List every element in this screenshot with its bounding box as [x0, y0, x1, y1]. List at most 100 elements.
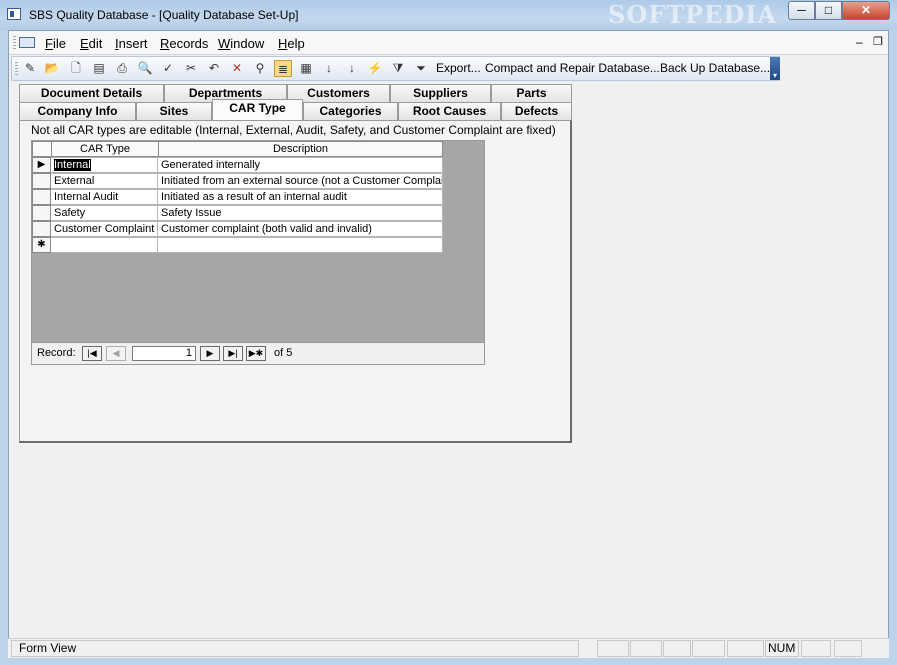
sort-ascending-icon[interactable]: ↓: [320, 60, 338, 77]
table-row[interactable]: ▶ Internal Generated internally: [32, 157, 443, 173]
undo-icon[interactable]: ↶: [205, 60, 223, 77]
apply-filter-icon[interactable]: ⏷: [412, 60, 430, 77]
table-row[interactable]: External Initiated from an external sour…: [32, 173, 443, 189]
new-record-icon[interactable]: ✱: [32, 237, 51, 253]
column-header-description[interactable]: Description: [158, 141, 443, 157]
sort-descending-icon[interactable]: ↓: [343, 60, 361, 77]
setup-form: Document Details Departments Customers S…: [19, 84, 572, 443]
application-window: SBS Quality Database - [Quality Database…: [0, 0, 897, 665]
tab-sites[interactable]: Sites: [136, 102, 212, 120]
car-type-panel: Not all CAR types are editable (Internal…: [19, 120, 572, 443]
status-bar: Form View NUM: [8, 638, 889, 658]
status-view-mode: Form View: [19, 641, 77, 655]
status-pane: [692, 640, 725, 657]
car-type-cell[interactable]: Safety: [51, 205, 158, 221]
record-selector[interactable]: [32, 173, 51, 189]
maximize-button[interactable]: □: [815, 1, 842, 20]
previous-record-button[interactable]: ◀: [106, 346, 126, 361]
menu-records[interactable]: Records: [160, 36, 208, 51]
properties-icon[interactable]: ▤: [90, 60, 108, 77]
description-cell[interactable]: Initiated from an external source (not a…: [158, 173, 443, 189]
database-toolbar: ✎ 📂 🗋 ▤ ⎙ 🔍 ✓ ✂ ↶ ✕ ⚲ ≣ ▦ ↓ ↓ ⚡ ⧩ ⏷ Expo…: [11, 56, 780, 81]
find-icon[interactable]: ⚲: [251, 60, 269, 77]
description-cell[interactable]: Initiated as a result of an internal aud…: [158, 189, 443, 205]
status-pane: [727, 640, 764, 657]
close-button[interactable]: ✕: [842, 1, 890, 20]
description-cell[interactable]: Safety Issue: [158, 205, 443, 221]
form-view-icon[interactable]: ≣: [274, 60, 292, 77]
tab-company-info[interactable]: Company Info: [19, 102, 136, 120]
car-type-cell[interactable]: External: [51, 173, 158, 189]
mdi-minimize-button[interactable]: –: [856, 35, 863, 49]
description-cell[interactable]: Customer complaint (both valid and inval…: [158, 221, 443, 237]
spelling-icon[interactable]: ✓: [159, 60, 177, 77]
compact-repair-button[interactable]: Compact and Repair Database...: [485, 61, 660, 75]
status-pane: [597, 640, 629, 657]
first-record-button[interactable]: |◀: [82, 346, 102, 361]
tab-categories[interactable]: Categories: [303, 102, 398, 120]
car-type-cell[interactable]: Internal: [51, 157, 158, 173]
status-pane: [834, 640, 862, 657]
next-record-button[interactable]: ▶: [200, 346, 220, 361]
new-record-row[interactable]: ✱: [32, 237, 443, 253]
record-selector[interactable]: [32, 189, 51, 205]
record-selector[interactable]: [32, 221, 51, 237]
menu-bar: File Edit Insert Records Window Help – ❐: [9, 31, 888, 55]
table-row[interactable]: Customer Complaint Customer complaint (b…: [32, 221, 443, 237]
toolbar-overflow-icon[interactable]: ▾: [770, 57, 780, 80]
status-pane: [630, 640, 662, 657]
title-bar[interactable]: SBS Quality Database - [Quality Database…: [0, 0, 897, 30]
tab-defects[interactable]: Defects: [501, 102, 572, 120]
menu-insert[interactable]: Insert: [115, 36, 148, 51]
tab-suppliers[interactable]: Suppliers: [390, 84, 491, 102]
print-icon[interactable]: ⎙: [113, 60, 131, 77]
editable-note: Not all CAR types are editable (Internal…: [31, 123, 556, 137]
format-painter-icon[interactable]: ✂: [182, 60, 200, 77]
table-row[interactable]: Internal Audit Initiated as a result of …: [32, 189, 443, 205]
status-pane-main: [11, 640, 579, 657]
description-cell[interactable]: Generated internally: [158, 157, 443, 173]
filter-by-form-icon[interactable]: ⧩: [389, 60, 407, 77]
print-preview-icon[interactable]: 🔍: [136, 60, 154, 77]
record-label: Record:: [37, 347, 76, 359]
delete-icon[interactable]: ✕: [228, 60, 246, 77]
new-record-button[interactable]: ▶✱: [246, 346, 266, 361]
datasheet-view-icon[interactable]: ▦: [297, 60, 315, 77]
last-record-button[interactable]: ▶|: [223, 346, 243, 361]
access-app-icon[interactable]: [7, 8, 21, 20]
menu-file[interactable]: File: [45, 36, 66, 51]
softpedia-watermark: SOFTPEDIA: [608, 0, 778, 29]
record-selector-header[interactable]: [32, 141, 52, 157]
menu-edit[interactable]: Edit: [80, 36, 102, 51]
tab-root-causes[interactable]: Root Causes: [398, 102, 501, 120]
table-row[interactable]: Safety Safety Issue: [32, 205, 443, 221]
minimize-button[interactable]: ─: [788, 1, 815, 20]
mdi-restore-button[interactable]: ❐: [873, 35, 883, 48]
record-number-input[interactable]: 1: [132, 346, 196, 361]
new-object-icon[interactable]: 🗋: [67, 60, 85, 77]
design-view-icon[interactable]: ✎: [21, 60, 39, 77]
filter-by-selection-icon[interactable]: ⚡: [366, 60, 384, 77]
status-pane: [663, 640, 691, 657]
record-selector[interactable]: [32, 205, 51, 221]
backup-database-button[interactable]: Back Up Database...: [660, 61, 770, 75]
car-type-cell[interactable]: Customer Complaint: [51, 221, 158, 237]
tab-document-details[interactable]: Document Details: [19, 84, 164, 102]
record-navigator: Record: |◀ ◀ 1 ▶ ▶| ▶✱ of 5: [31, 343, 485, 365]
open-folder-icon[interactable]: 📂: [43, 60, 61, 77]
export-button[interactable]: Export...: [436, 61, 481, 75]
car-type-cell[interactable]: Internal Audit: [51, 189, 158, 205]
car-type-datasheet: CAR Type Description ▶ Internal Generate…: [31, 140, 485, 343]
current-record-icon[interactable]: ▶: [32, 157, 51, 173]
tab-car-type[interactable]: CAR Type: [212, 99, 303, 120]
menu-help[interactable]: Help: [278, 36, 305, 51]
toolbar-grip-handle[interactable]: [15, 62, 18, 76]
menu-window[interactable]: Window: [218, 36, 264, 51]
car-type-cell-new[interactable]: [51, 237, 158, 253]
menu-grip-handle[interactable]: [13, 36, 16, 50]
document-window-icon[interactable]: [19, 37, 35, 48]
column-header-car-type[interactable]: CAR Type: [51, 141, 159, 157]
tab-parts[interactable]: Parts: [491, 84, 572, 102]
description-cell-new[interactable]: [158, 237, 443, 253]
num-lock-indicator: NUM: [768, 641, 796, 655]
